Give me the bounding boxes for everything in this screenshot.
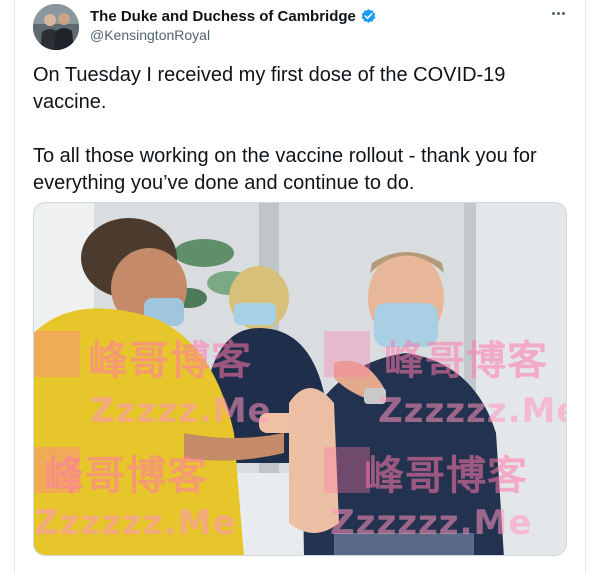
avatar-image: [33, 4, 79, 50]
author-handle[interactable]: @KensingtonRoyal: [90, 27, 210, 43]
verified-badge-icon: [360, 8, 377, 25]
watermark-logo-2: [324, 331, 370, 377]
watermark-logo-3: [34, 447, 80, 493]
author-name[interactable]: The Duke and Duchess of Cambridge: [90, 8, 356, 25]
tweet-paragraph-2: To all those working on the vaccine roll…: [33, 145, 537, 194]
more-options-icon[interactable]: [547, 4, 569, 22]
watermark-logo-4: [324, 447, 370, 493]
tweet-card: The Duke and Duchess of Cambridge @Kensi…: [14, 0, 586, 574]
tweet-text: On Tuesday I received my first dose of t…: [33, 62, 573, 197]
author-row: The Duke and Duchess of Cambridge: [90, 6, 377, 26]
tweet-photo[interactable]: 峰哥博客 峰哥博客 Zzzzz.Me Zzzzzz.Me 峰哥博客 峰哥博客 Z…: [33, 202, 567, 556]
avatar[interactable]: [33, 4, 79, 50]
watermark-logo-1: [34, 331, 80, 377]
tweet-paragraph-1: On Tuesday I received my first dose of t…: [33, 64, 506, 113]
vaccination-photo: [34, 203, 566, 555]
